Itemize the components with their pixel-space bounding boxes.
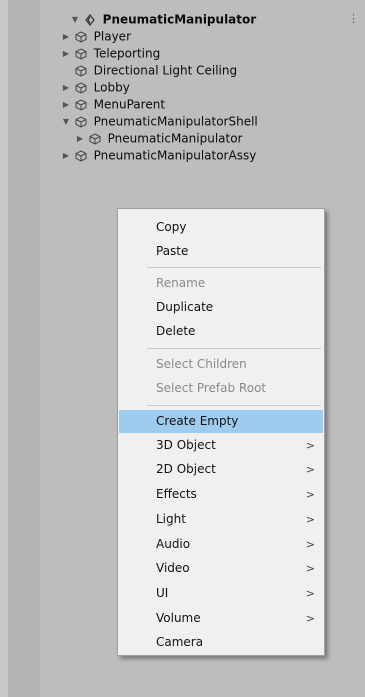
menu-item-select-children[interactable]: Select Children xyxy=(119,353,323,376)
gameobject-cube-icon xyxy=(75,149,87,162)
gameobject-cube-icon xyxy=(89,132,101,145)
menu-item-label: 3D Object xyxy=(156,438,216,452)
expand-arrow-icon[interactable]: ▶ xyxy=(61,97,71,113)
menu-item-camera[interactable]: Camera xyxy=(119,631,323,654)
menu-item-label: Paste xyxy=(156,244,189,258)
menu-item-duplicate[interactable]: Duplicate xyxy=(119,296,323,319)
gameobject-cube-icon xyxy=(75,64,87,77)
hierarchy-window: ▼ PneumaticManipulator ⋮ ▶ Player ▶ Tele… xyxy=(0,0,365,697)
menu-item-label: Effects xyxy=(156,487,197,501)
hierarchy-item-label: PneumaticManipulatorShell xyxy=(93,114,258,129)
menu-item-ui[interactable]: UI > xyxy=(119,582,323,605)
context-menu: Copy Paste Rename Duplicate Delete Selec… xyxy=(117,208,325,656)
menu-item-label: Select Prefab Root xyxy=(156,381,267,395)
unity-scene-icon xyxy=(84,13,96,26)
scene-label: PneumaticManipulator xyxy=(102,12,257,27)
expand-arrow-icon[interactable]: ▶ xyxy=(75,131,85,147)
menu-item-label: Rename xyxy=(156,276,206,290)
menu-item-label: Camera xyxy=(156,635,204,649)
menu-item-rename[interactable]: Rename xyxy=(119,272,323,295)
gameobject-cube-icon xyxy=(75,98,87,111)
menu-item-label: Select Children xyxy=(156,357,247,371)
menu-item-label: Volume xyxy=(156,611,201,625)
menu-item-label: 2D Object xyxy=(156,462,216,476)
hierarchy-item[interactable]: ▶ MenuParent xyxy=(61,96,165,112)
menu-separator xyxy=(147,267,321,268)
menu-item-delete[interactable]: Delete xyxy=(119,320,323,343)
menu-item-label: Audio xyxy=(156,537,191,551)
hierarchy-item-label: Lobby xyxy=(93,80,130,95)
hierarchy-item[interactable]: ▶ Lobby xyxy=(61,79,130,95)
menu-item-effects[interactable]: Effects > xyxy=(119,483,323,506)
gameobject-cube-icon xyxy=(75,81,87,94)
gameobject-cube-icon xyxy=(75,115,87,128)
hierarchy-item[interactable]: ▶ Player xyxy=(61,28,131,44)
hierarchy-item-label: Player xyxy=(93,29,131,44)
submenu-arrow-icon: > xyxy=(305,463,315,476)
hierarchy-item[interactable]: ▶ Teleporting xyxy=(61,45,160,61)
hierarchy-item-label: PneumaticManipulatorAssy xyxy=(93,148,257,163)
submenu-arrow-icon: > xyxy=(305,513,315,526)
menu-separator xyxy=(147,405,321,406)
hierarchy-item[interactable]: ▼ PneumaticManipulatorShell xyxy=(61,113,258,129)
menu-item-label: Delete xyxy=(156,324,196,338)
menu-item-create-empty[interactable]: Create Empty xyxy=(119,410,323,433)
menu-item-2d-object[interactable]: 2D Object > xyxy=(119,458,323,481)
expand-arrow-icon[interactable]: ▼ xyxy=(70,12,80,28)
menu-item-label: UI xyxy=(156,586,169,600)
menu-item-video[interactable]: Video > xyxy=(119,557,323,580)
expand-arrow-icon[interactable]: ▶ xyxy=(61,80,71,96)
expand-arrow-icon[interactable]: ▶ xyxy=(61,148,71,164)
hierarchy-item-label: Teleporting xyxy=(93,46,161,61)
menu-item-audio[interactable]: Audio > xyxy=(119,533,323,556)
left-strip xyxy=(0,0,8,697)
hierarchy-item[interactable]: Directional Light Ceiling xyxy=(61,62,237,78)
hierarchy-item[interactable]: ▶ PneumaticManipulatorAssy xyxy=(61,147,256,163)
hierarchy-gutter xyxy=(8,0,40,697)
submenu-arrow-icon: > xyxy=(305,439,315,452)
menu-item-label: Duplicate xyxy=(156,300,214,314)
kebab-menu-icon[interactable]: ⋮ xyxy=(348,11,359,27)
submenu-arrow-icon: > xyxy=(305,538,315,551)
menu-item-copy[interactable]: Copy xyxy=(119,216,323,239)
hierarchy-item-label: MenuParent xyxy=(93,97,166,112)
submenu-arrow-icon: > xyxy=(305,562,315,575)
hierarchy-item-label: PneumaticManipulator xyxy=(107,131,243,146)
expand-arrow-icon[interactable]: ▶ xyxy=(61,46,71,62)
menu-item-select-prefab-root[interactable]: Select Prefab Root xyxy=(119,377,323,400)
submenu-arrow-icon: > xyxy=(305,488,315,501)
gameobject-cube-icon xyxy=(75,30,87,43)
menu-item-volume[interactable]: Volume > xyxy=(119,607,323,630)
expand-arrow-icon[interactable]: ▶ xyxy=(61,29,71,45)
scene-row[interactable]: ▼ PneumaticManipulator xyxy=(70,11,256,27)
menu-separator xyxy=(147,348,321,349)
menu-item-3d-object[interactable]: 3D Object > xyxy=(119,434,323,457)
collapse-arrow-icon[interactable]: ▼ xyxy=(61,114,71,130)
hierarchy-item-label: Directional Light Ceiling xyxy=(93,63,238,78)
menu-item-label: Copy xyxy=(156,220,187,234)
menu-item-label: Create Empty xyxy=(156,414,239,428)
menu-item-paste[interactable]: Paste xyxy=(119,240,323,263)
submenu-arrow-icon: > xyxy=(305,612,315,625)
hierarchy-item[interactable]: ▶ PneumaticManipulator xyxy=(75,130,243,146)
menu-item-label: Light xyxy=(156,512,186,526)
menu-item-light[interactable]: Light > xyxy=(119,508,323,531)
menu-item-label: Video xyxy=(156,561,190,575)
submenu-arrow-icon: > xyxy=(305,587,315,600)
gameobject-cube-icon xyxy=(75,47,87,60)
